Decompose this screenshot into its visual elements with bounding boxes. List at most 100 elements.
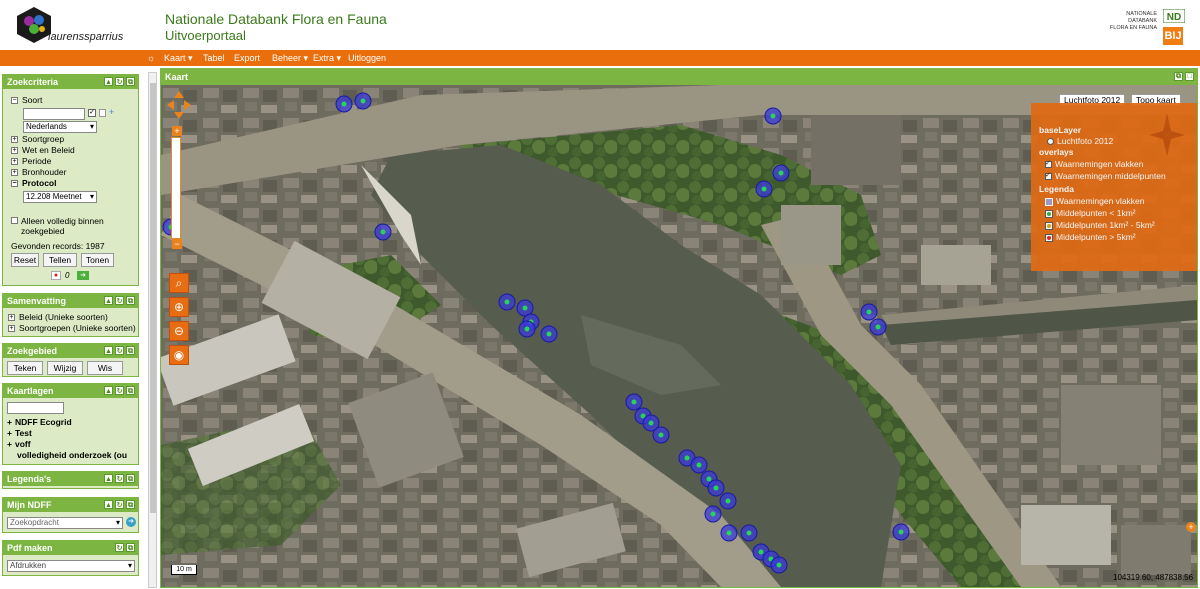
popout-icon[interactable]: ⧉ [126, 296, 135, 305]
observation-centroid-marker[interactable] [658, 432, 664, 438]
collapse-icon[interactable]: − [11, 180, 18, 188]
soort-input[interactable] [23, 108, 85, 120]
popout-icon[interactable]: ⧉ [1174, 72, 1183, 81]
observation-centroid-marker[interactable] [898, 529, 904, 535]
zoom-in-icon[interactable]: + [172, 126, 182, 136]
teken-button[interactable]: Teken [7, 361, 43, 375]
tree-wet-en-beleid[interactable]: + Wet en Beleid [11, 145, 75, 155]
tonen-button[interactable]: Tonen [81, 253, 114, 267]
kaartlagen-filter-input[interactable] [7, 402, 64, 414]
checkbox-icon[interactable]: ✓ [88, 109, 96, 117]
refresh-icon[interactable]: ↻ [115, 77, 124, 86]
observation-centroid-marker[interactable] [631, 399, 637, 405]
observation-centroid-marker[interactable] [758, 549, 764, 555]
zoom-out-icon[interactable]: − [172, 239, 182, 249]
refresh-icon[interactable]: ↻ [115, 346, 124, 355]
collapse-icon[interactable]: ▲ [104, 346, 113, 355]
menu-extra[interactable]: Extra ▾ [313, 53, 341, 64]
stop-icon[interactable]: ● [51, 271, 61, 280]
refresh-icon[interactable]: ↻ [115, 386, 124, 395]
tree-protocol[interactable]: − Protocol [11, 178, 56, 188]
observation-centroid-marker[interactable] [360, 98, 366, 104]
afdrukken-select[interactable]: Afdrukken ▾ [7, 560, 135, 572]
add-icon[interactable]: + [109, 107, 114, 117]
observation-centroid-marker[interactable] [770, 113, 776, 119]
expand-icon[interactable]: + [11, 136, 18, 144]
observation-centroid-marker[interactable] [684, 455, 690, 461]
observation-centroid-marker[interactable] [706, 476, 712, 482]
tellen-button[interactable]: Tellen [43, 253, 77, 267]
observation-centroid-marker[interactable] [726, 530, 732, 536]
observation-centroid-marker[interactable] [524, 326, 530, 332]
zoom-slider[interactable] [171, 137, 181, 239]
popout-icon[interactable]: ⧉ [126, 386, 135, 395]
expand-icon[interactable]: + [11, 147, 18, 155]
popout-icon[interactable]: ⧉ [126, 543, 135, 552]
zoom-tool-icon[interactable]: ⌕ [169, 273, 189, 293]
expand-icon[interactable]: + [11, 158, 18, 166]
language-select[interactable]: Nederlands ▾ [23, 121, 97, 133]
observation-centroid-marker[interactable] [522, 305, 528, 311]
observation-centroid-marker[interactable] [696, 462, 702, 468]
overlay-vlakken[interactable]: Waarnemingen vlakken [1045, 159, 1144, 169]
menu-export[interactable]: Export [234, 53, 260, 63]
collapse-icon[interactable]: ▲ [104, 474, 113, 483]
kaartlaag-item[interactable]: + voff [7, 439, 31, 449]
observation-centroid-marker[interactable] [341, 101, 347, 107]
kaartlaag-item[interactable]: + Test [7, 428, 32, 438]
zoom-in-tool-icon[interactable]: ⊕ [169, 297, 189, 317]
observation-centroid-marker[interactable] [713, 485, 719, 491]
samenvatting-item[interactable]: + Soortgroepen (Unieke soorten) [8, 323, 136, 333]
observation-centroid-marker[interactable] [778, 170, 784, 176]
overlay-middelpunten[interactable]: Waarnemingen middelpunten [1045, 171, 1166, 181]
observation-centroid-marker[interactable] [710, 511, 716, 517]
tree-bronhouder[interactable]: + Bronhouder [11, 167, 66, 177]
samenvatting-item[interactable]: + Beleid (Unieke soorten) [8, 312, 108, 322]
wijzig-button[interactable]: Wijzig [47, 361, 83, 375]
refresh-icon[interactable]: ↻ [115, 543, 124, 552]
wis-button[interactable]: Wis [87, 361, 123, 375]
popout-icon[interactable]: ⧉ [126, 77, 135, 86]
pan-control[interactable] [166, 90, 192, 120]
go-icon[interactable]: ➜ [126, 517, 136, 527]
observation-centroid-marker[interactable] [380, 229, 386, 235]
popout-icon[interactable]: ⧉ [126, 346, 135, 355]
collapse-icon[interactable]: ▲ [104, 386, 113, 395]
collapse-icon[interactable]: ▲ [104, 296, 113, 305]
checkbox-icon[interactable] [1045, 159, 1052, 169]
tree-soort[interactable]: − Soort [11, 95, 42, 105]
observation-centroid-marker[interactable] [866, 309, 872, 315]
left-scrollbar[interactable] [148, 72, 157, 588]
map-canvas[interactable]: + − ⌕ ⊕ ⊖ ◉ Luchtfoto 2012 Topo kaart ba… [161, 85, 1197, 587]
menu-kaart[interactable]: Kaart ▾ [164, 53, 193, 64]
refresh-icon[interactable]: ↻ [115, 474, 124, 483]
expand-icon[interactable]: + [8, 314, 15, 322]
expand-icon[interactable]: + [11, 169, 18, 177]
observation-centroid-marker[interactable] [746, 530, 752, 536]
zoekopdracht-select[interactable]: Zoekopdracht ▾ [7, 517, 123, 529]
radio-icon[interactable] [1047, 138, 1054, 146]
tree-periode[interactable]: + Periode [11, 156, 51, 166]
eye-icon[interactable]: ◉ [169, 345, 189, 365]
home-icon[interactable]: ☼ [147, 53, 157, 63]
observation-centroid-marker[interactable] [875, 324, 881, 330]
kaartlaag-item[interactable]: volledigheid onderzoek (ou [17, 450, 137, 460]
refresh-icon[interactable]: ↻ [115, 296, 124, 305]
observation-centroid-marker[interactable] [761, 186, 767, 192]
observation-centroid-marker[interactable] [546, 331, 552, 337]
overview-toggle-icon[interactable]: + [1186, 522, 1196, 532]
refresh-icon[interactable]: ↻ [115, 500, 124, 509]
reset-button[interactable]: Reset [11, 253, 39, 267]
menu-beheer[interactable]: Beheer ▾ [272, 53, 308, 64]
expand-icon[interactable]: + [7, 439, 12, 449]
collapse-icon[interactable]: ▲ [104, 77, 113, 86]
zoom-out-tool-icon[interactable]: ⊖ [169, 321, 189, 341]
observation-centroid-marker[interactable] [725, 498, 731, 504]
expand-icon[interactable]: + [7, 417, 12, 427]
maximize-icon[interactable]: □ [1185, 72, 1194, 81]
popout-icon[interactable]: ⧉ [126, 474, 135, 483]
popout-icon[interactable]: ⧉ [126, 500, 135, 509]
luchtfoto-radio[interactable]: Luchtfoto 2012 [1047, 136, 1113, 146]
observation-centroid-marker[interactable] [504, 299, 510, 305]
document-icon[interactable] [99, 109, 106, 117]
